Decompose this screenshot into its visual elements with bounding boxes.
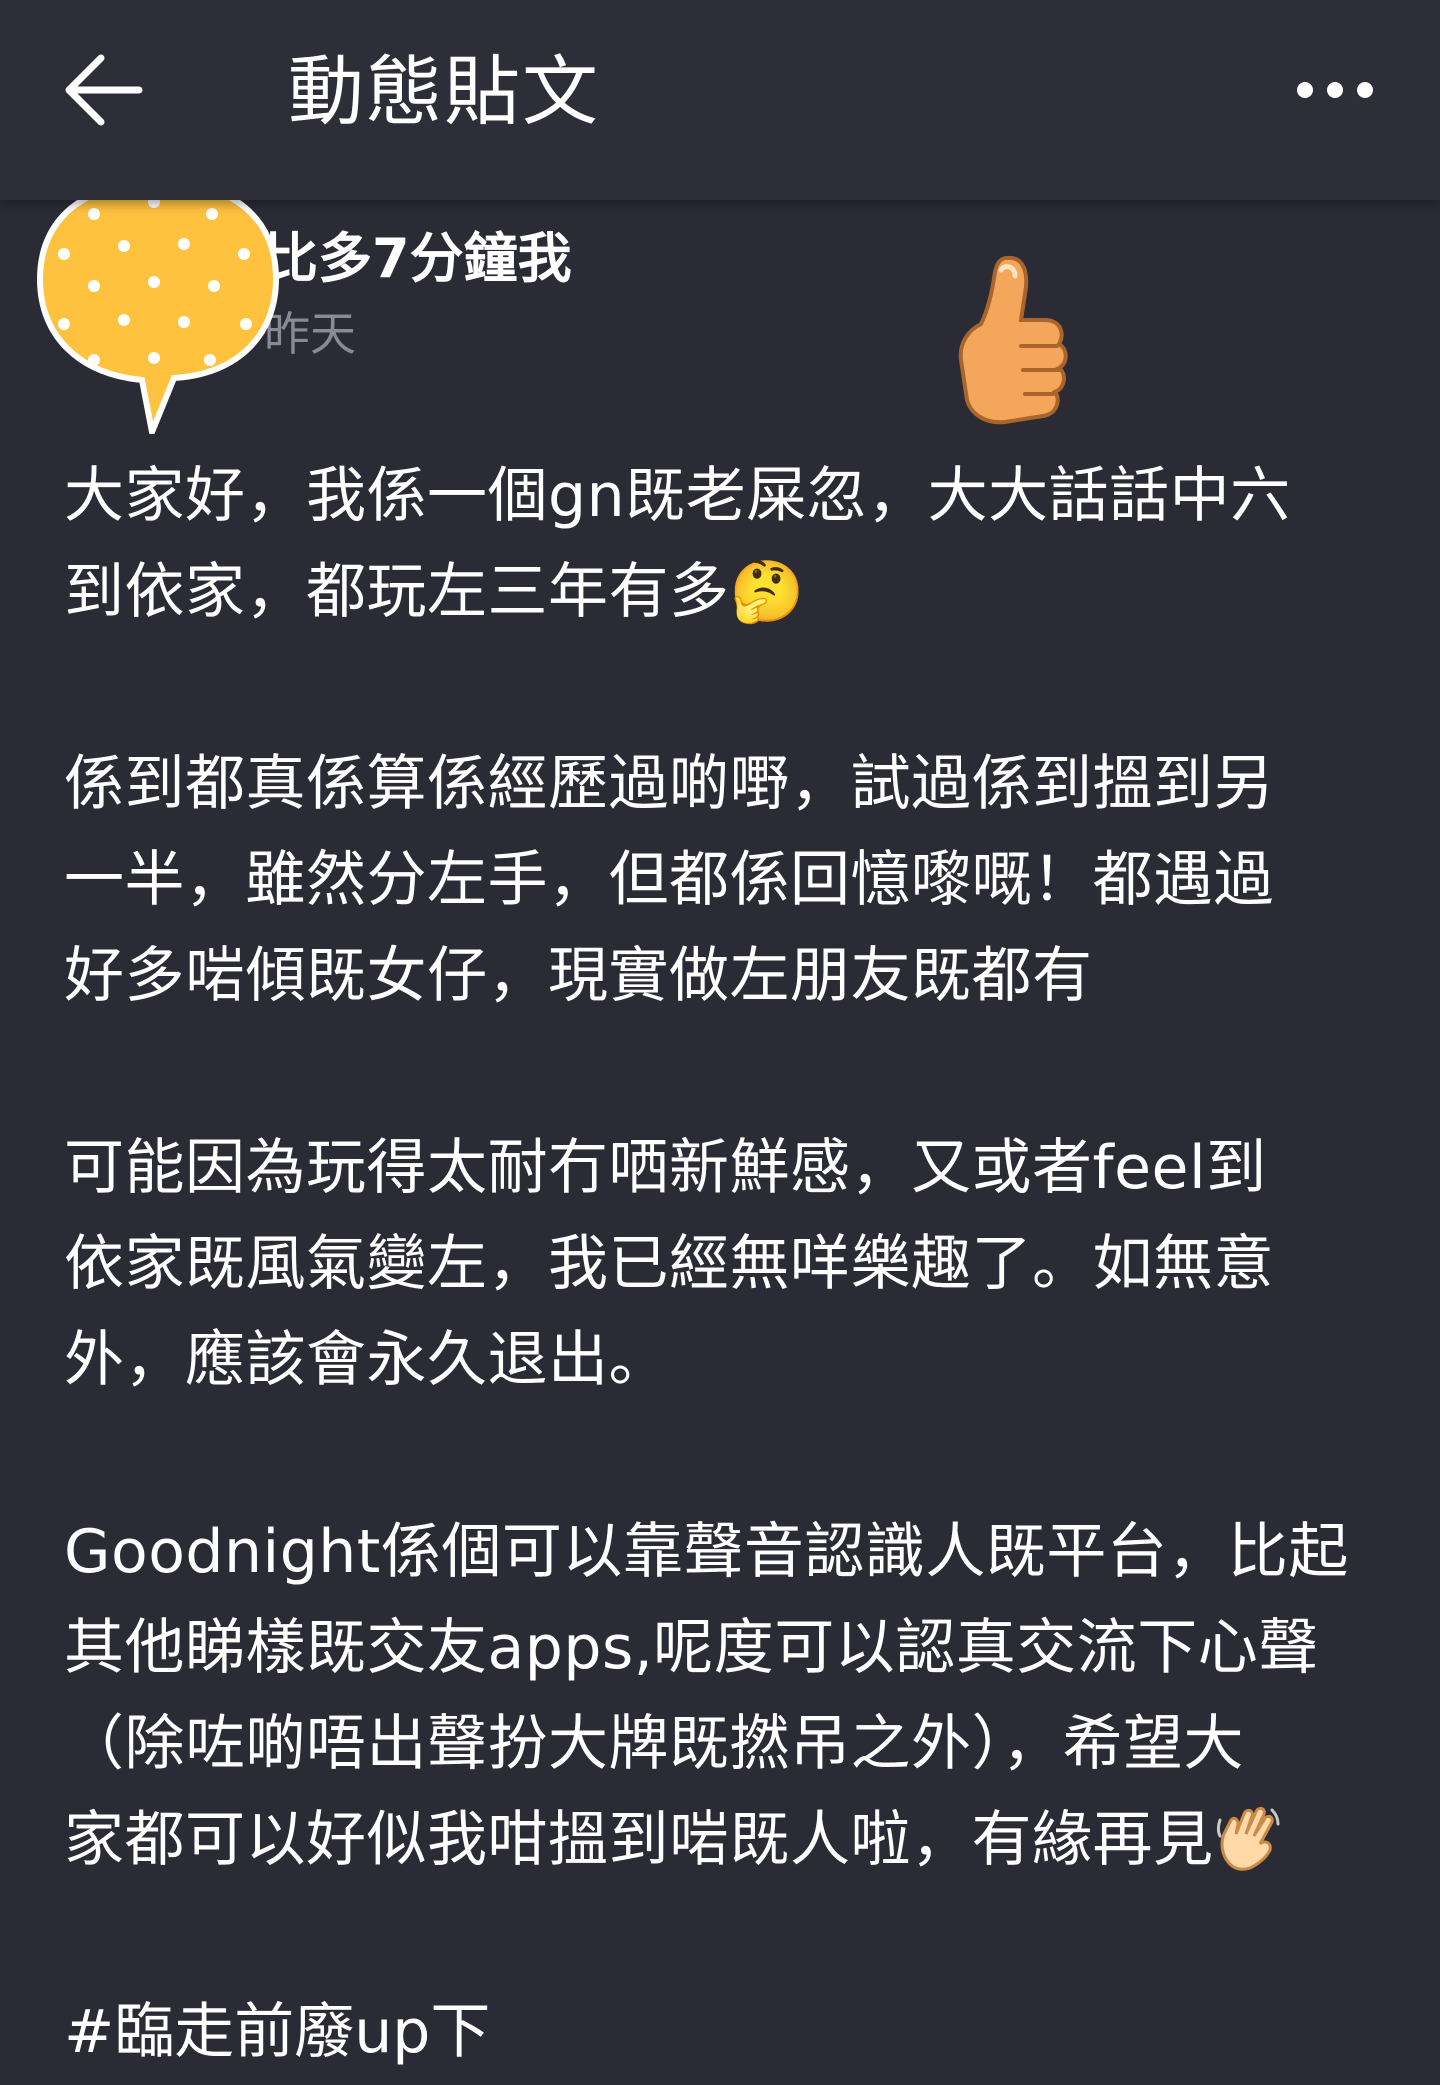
post-paragraph-3: 可能因為玩得太耐冇哂新鮮感，又或者feel到 依家既風氣變左，我已經無咩樂趣了。… <box>64 1133 1274 1395</box>
thumbs-up-icon <box>958 255 1068 425</box>
more-options-button[interactable] <box>1270 50 1400 130</box>
author-name[interactable]: 比多7分鐘我 <box>264 224 572 294</box>
more-dots-icon <box>1297 82 1373 98</box>
post-paragraph-2: 係到都真係算係經歷過啲嘢，試過係到搵到另 一半，雖然分左手，但都係回憶嚟嘅！都遇… <box>64 749 1274 1011</box>
post-author: 比多7分鐘我 昨天 <box>34 174 734 434</box>
post-paragraph-1: 大家好，我係一個gn既老屎忽，大大話話中六 到依家，都玩左三年有多🤔 <box>64 461 1291 627</box>
post-paragraph-4: Goodnight係個可以靠聲音認識人既平台，比起 其他睇樣既交友apps,呢度… <box>64 1517 1349 1875</box>
app-bar: 動態貼文 <box>0 0 1440 200</box>
hashtag-link[interactable]: #臨走前廢up下 <box>64 1984 1364 2080</box>
arrow-left-icon <box>65 54 143 126</box>
page-title: 動態貼文 <box>288 47 600 136</box>
back-button[interactable] <box>48 40 158 140</box>
post-content: 大家好，我係一個gn既老屎忽，大大話話中六 到依家，都玩左三年有多🤔 係到都真係… <box>64 448 1364 2080</box>
waving-hand-icon <box>1216 1806 1279 1871</box>
post-paragraph-4-wrap: Goodnight係個可以靠聲音認識人既平台，比起 其他睇樣既交友apps,呢度… <box>64 1504 1364 1888</box>
avatar[interactable] <box>34 174 284 434</box>
